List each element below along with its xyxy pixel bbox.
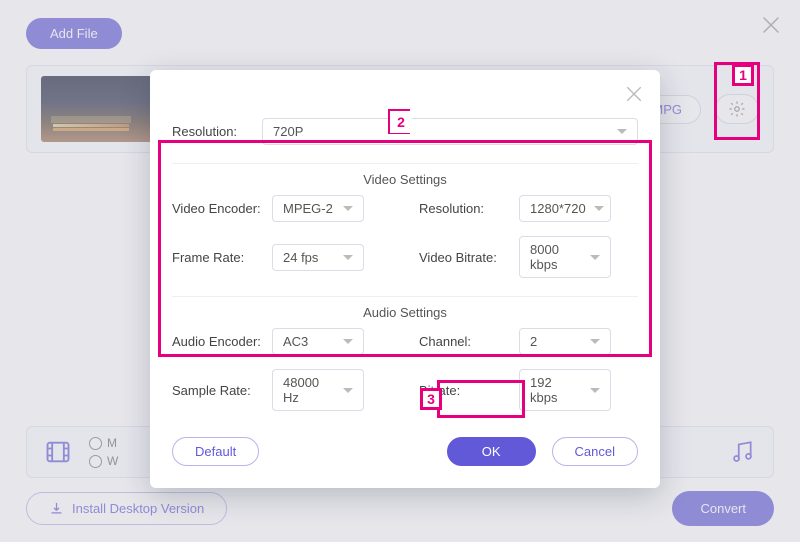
chevron-down-icon [617, 129, 627, 134]
audio-encoder-dropdown[interactable]: AC3 [272, 328, 364, 355]
chevron-down-icon [343, 388, 353, 393]
chevron-down-icon [343, 339, 353, 344]
annotation-2-number: 2 [390, 111, 412, 133]
chevron-down-icon [590, 388, 600, 393]
audio-bitrate-dropdown[interactable]: 192 kbps [519, 369, 611, 411]
sample-rate-dropdown[interactable]: 48000 Hz [272, 369, 364, 411]
chevron-down-icon [343, 206, 353, 211]
audio-encoder-label: Audio Encoder: [172, 334, 264, 349]
frame-rate-dropdown[interactable]: 24 fps [272, 244, 364, 271]
sample-rate-label: Sample Rate: [172, 383, 264, 398]
annotation-1-number: 1 [732, 64, 754, 86]
video-encoder-dropdown[interactable]: MPEG-2 [272, 195, 364, 222]
channel-label: Channel: [419, 334, 511, 349]
video-bitrate-label: Video Bitrate: [419, 250, 511, 265]
annotation-3-number: 3 [420, 388, 442, 410]
video-bitrate-dropdown[interactable]: 8000 kbps [519, 236, 611, 278]
resolution-label: Resolution: [172, 124, 252, 139]
resolution-dropdown[interactable]: 720P [262, 118, 638, 145]
close-icon [624, 84, 644, 104]
video-settings-title: Video Settings [172, 172, 638, 187]
chevron-down-icon [594, 206, 604, 211]
chevron-down-icon [343, 255, 353, 260]
modal-close-button[interactable] [624, 84, 644, 107]
cancel-button[interactable]: Cancel [552, 437, 638, 466]
video-resolution-label: Resolution: [419, 201, 511, 216]
frame-rate-label: Frame Rate: [172, 250, 264, 265]
video-resolution-dropdown[interactable]: 1280*720 [519, 195, 611, 222]
audio-settings-title: Audio Settings [172, 305, 638, 320]
default-button[interactable]: Default [172, 437, 259, 466]
chevron-down-icon [590, 255, 600, 260]
chevron-down-icon [590, 339, 600, 344]
ok-button[interactable]: OK [447, 437, 536, 466]
video-encoder-label: Video Encoder: [172, 201, 264, 216]
channel-dropdown[interactable]: 2 [519, 328, 611, 355]
